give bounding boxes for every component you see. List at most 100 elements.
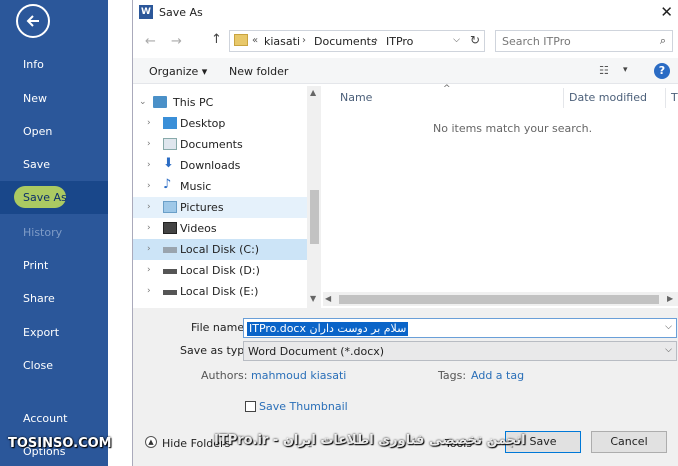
column-divider[interactable] [563, 88, 564, 108]
desktop-icon [163, 117, 177, 129]
back-nav-icon[interactable]: ← [145, 34, 156, 49]
column-name[interactable]: Name [340, 91, 372, 104]
column-date-modified[interactable]: Date modified [569, 91, 647, 104]
documents-icon [163, 138, 177, 150]
new-folder-button[interactable]: New folder [229, 65, 288, 78]
videos-icon [163, 222, 177, 234]
file-name-input[interactable]: سلام بر دوست داران ITPro.docx ⌵ [243, 318, 677, 338]
backstage-account[interactable]: Account [23, 412, 67, 425]
file-name-value[interactable]: سلام بر دوست داران ITPro.docx [247, 322, 409, 336]
cancel-button[interactable]: Cancel [591, 431, 667, 453]
tree-item-videos[interactable]: › Videos [133, 218, 307, 239]
search-icon[interactable]: ⌕ [660, 34, 666, 48]
chevron-right-icon[interactable]: › [147, 160, 151, 170]
up-folder-icon[interactable]: ↑ [211, 32, 222, 47]
save-type-select[interactable]: Word Document (*.docx) ⌵ [243, 341, 677, 361]
organize-button[interactable]: Organize ▾ [149, 65, 207, 78]
chevron-left-icon[interactable]: ◀ [325, 294, 331, 303]
chevron-right-icon: › [302, 35, 306, 46]
tree-item-local-disk-e[interactable]: › Local Disk (E:) [133, 281, 307, 302]
chevron-right-icon[interactable]: › [147, 202, 151, 212]
back-button[interactable] [16, 4, 50, 38]
computer-icon [153, 96, 167, 108]
backstage-save[interactable]: Save [23, 158, 50, 171]
backstage-new[interactable]: New [23, 92, 47, 105]
tree-item-local-disk-c[interactable]: › Local Disk (C:) [133, 239, 307, 260]
save-thumbnail-label[interactable]: Save Thumbnail [259, 400, 348, 413]
chevron-right-icon[interactable]: › [147, 118, 151, 128]
search-box[interactable]: Search ITPro ⌕ [495, 30, 673, 52]
chevron-down-icon[interactable]: ⌵ [453, 35, 460, 45]
word-app-icon: W [139, 5, 153, 19]
backstage-save-as[interactable]: Save As [23, 191, 67, 204]
authors-label: Authors: [201, 369, 248, 382]
back-arrow-icon [26, 15, 39, 27]
chevron-right-icon[interactable]: › [147, 244, 151, 254]
breadcrumb-kiasati[interactable]: kiasati [264, 35, 300, 48]
backstage-export[interactable]: Export [23, 326, 59, 339]
nav-scrollbar[interactable]: ▲ ▼ [307, 86, 321, 308]
chevron-down-icon[interactable]: ▾ [623, 65, 628, 75]
chevron-right-icon[interactable]: › [147, 265, 151, 275]
backstage-share[interactable]: Share [23, 292, 55, 305]
chevron-right-icon[interactable]: › [147, 286, 151, 296]
close-icon[interactable]: ✕ [660, 3, 673, 21]
chevron-right-icon: › [374, 35, 378, 46]
chevron-right-icon[interactable]: › [147, 139, 151, 149]
nav-scroll-thumb[interactable] [310, 190, 319, 244]
tree-item-music[interactable]: › ♪ Music [133, 176, 307, 197]
refresh-icon[interactable]: ↻ [470, 33, 480, 47]
backstage-close[interactable]: Close [23, 359, 53, 372]
backstage-open[interactable]: Open [23, 125, 52, 138]
tree-item-this-pc[interactable]: ⌄ This PC [133, 92, 307, 113]
view-options-icon[interactable]: ☷ [599, 64, 609, 77]
authors-value[interactable]: mahmoud kiasati [251, 369, 346, 382]
breadcrumb-documents[interactable]: Documents [314, 35, 377, 48]
backstage-sidebar: Info New Open Save Save As History Print… [0, 0, 108, 466]
tree-label: Local Disk (D:) [180, 264, 260, 277]
tree-item-documents[interactable]: › Documents [133, 134, 307, 155]
breadcrumb-itpro[interactable]: ITPro [386, 35, 413, 48]
backstage-print[interactable]: Print [23, 259, 48, 272]
tree-label: Local Disk (E:) [180, 285, 259, 298]
file-list: Name ^ Date modified T No items match yo… [323, 84, 678, 308]
column-type[interactable]: T [671, 91, 678, 104]
chevron-right-icon[interactable]: › [147, 223, 151, 233]
chevron-up-icon[interactable]: ▲ [145, 436, 157, 448]
tree-label: Pictures [180, 201, 224, 214]
chevron-down-icon[interactable]: ▼ [310, 294, 316, 303]
add-tag-link[interactable]: Add a tag [471, 369, 524, 382]
watermark-tosinso: TOSINSO.COM [8, 436, 112, 451]
help-icon[interactable]: ? [654, 63, 670, 79]
tree-item-downloads[interactable]: › ⬇ Downloads [133, 155, 307, 176]
chevron-down-icon[interactable]: ⌵ [665, 322, 672, 332]
tree-label: Documents [180, 138, 243, 151]
tree-item-local-disk-d[interactable]: › Local Disk (D:) [133, 260, 307, 281]
chevron-down-icon[interactable]: ⌵ [665, 345, 672, 355]
address-overflow[interactable]: « [252, 35, 258, 46]
backstage-info[interactable]: Info [23, 58, 44, 71]
chevron-right-icon[interactable]: ▶ [667, 294, 673, 303]
drive-icon [163, 269, 177, 274]
navigation-pane: ⌄ This PC › Desktop › Documents › ⬇ Down… [133, 86, 321, 308]
save-thumbnail-checkbox[interactable] [245, 401, 256, 412]
dialog-toolbar: Organize ▾ New folder ☷ ▾ ? [133, 58, 678, 84]
tree-label: Desktop [180, 117, 226, 130]
tree-item-desktop[interactable]: › Desktop [133, 113, 307, 134]
horizontal-scrollbar[interactable]: ◀ ▶ [323, 292, 678, 306]
drive-icon [163, 247, 177, 253]
chevron-up-icon[interactable]: ▲ [310, 88, 316, 97]
forward-nav-icon[interactable]: → [171, 34, 182, 49]
h-scroll-thumb[interactable] [339, 295, 659, 304]
search-input[interactable]: Search ITPro [502, 35, 571, 48]
address-bar[interactable]: « kiasati › Documents › ITPro ⌵ ↻ [229, 30, 485, 52]
pictures-icon [163, 201, 177, 213]
dialog-titlebar: W Save As ✕ [133, 0, 678, 26]
backstage-history: History [23, 226, 63, 239]
column-divider[interactable] [665, 88, 666, 108]
chevron-down-icon[interactable]: ⌄ [139, 97, 147, 107]
chevron-right-icon[interactable]: › [147, 181, 151, 191]
empty-message: No items match your search. [433, 122, 593, 135]
tree-label: Videos [180, 222, 217, 235]
tree-item-pictures[interactable]: › Pictures [133, 197, 307, 218]
